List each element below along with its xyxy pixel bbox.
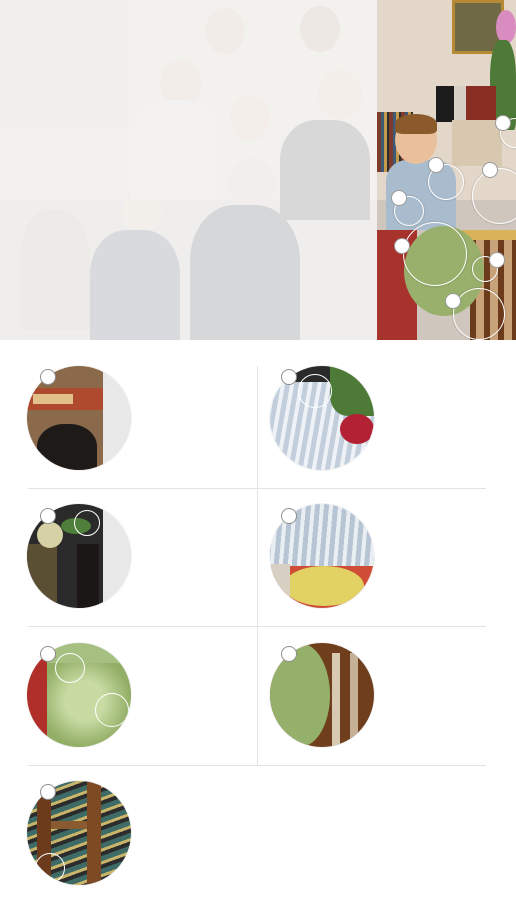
hotspot-dot[interactable] xyxy=(482,162,498,178)
hotspot-dot[interactable] xyxy=(445,293,461,309)
grid-divider xyxy=(28,626,486,627)
photo-lace-cloth xyxy=(452,120,502,166)
hotspot-dot[interactable] xyxy=(394,238,410,254)
photo-fade-overlay xyxy=(0,0,377,340)
thumb-dot[interactable] xyxy=(281,369,297,385)
grid-divider xyxy=(28,765,486,766)
photo-orchid xyxy=(496,10,516,44)
grid-divider xyxy=(28,488,486,489)
thumb-dot[interactable] xyxy=(281,508,297,524)
thumb-dot[interactable] xyxy=(40,508,56,524)
hotspot-dot[interactable] xyxy=(495,115,511,131)
thumb-dot[interactable] xyxy=(40,784,56,800)
hotspot-dot[interactable] xyxy=(428,157,444,173)
hotspot-ring[interactable] xyxy=(453,288,505,340)
thumb-dot[interactable] xyxy=(40,646,56,662)
photo-frames xyxy=(436,86,496,122)
thumb-dot[interactable] xyxy=(40,369,56,385)
hotspot-ring[interactable] xyxy=(403,222,467,286)
grid-divider-vertical xyxy=(257,366,258,766)
hotspot-dot[interactable] xyxy=(489,252,505,268)
family-photo[interactable] xyxy=(0,0,516,340)
hotspot-dot[interactable] xyxy=(391,190,407,206)
thumb-dot[interactable] xyxy=(281,646,297,662)
photo-boy-hair xyxy=(395,114,437,134)
